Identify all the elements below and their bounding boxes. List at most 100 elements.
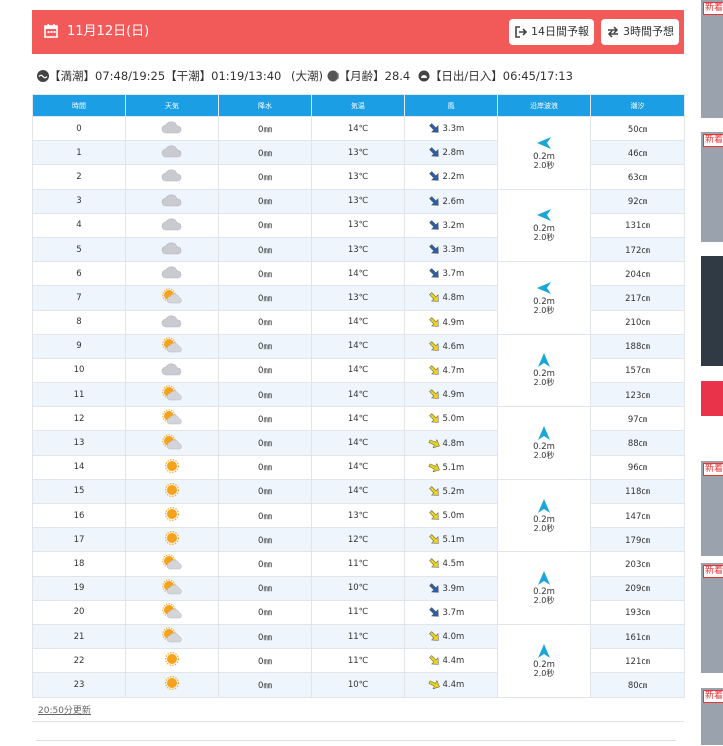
wind-speed: 4.4m xyxy=(442,656,465,667)
sidebar-ad-2[interactable]: 新着 xyxy=(701,132,723,242)
hour-cell: 17 xyxy=(32,527,126,553)
sidebar-ad-5[interactable]: 新着 xyxy=(701,461,723,556)
wave-direction-icon xyxy=(537,136,551,149)
3-hour-forecast-button[interactable]: 3時間予想 xyxy=(601,19,679,45)
temperature-cell: 13℃ xyxy=(311,212,405,238)
last-updated-link[interactable]: 20:50分更新 xyxy=(38,703,91,716)
weather-cell xyxy=(125,672,219,698)
precipitation-cell: 0㎜ xyxy=(218,333,312,359)
header-wind: 風 xyxy=(404,94,498,117)
hour-cell: 6 xyxy=(32,261,126,287)
precipitation-cell: 0㎜ xyxy=(218,648,312,674)
sun-icon xyxy=(164,507,180,522)
high-tide-times: 07:48/19:25 xyxy=(95,69,166,83)
sun-icon xyxy=(164,458,180,473)
precipitation-cell: 0㎜ xyxy=(218,478,312,505)
precipitation-cell: 0㎜ xyxy=(218,551,312,577)
hour-cell: 22 xyxy=(32,648,126,674)
sidebar-ad-4[interactable] xyxy=(701,381,723,416)
weather-cell xyxy=(125,261,219,287)
hour-cell: 4 xyxy=(32,212,126,238)
tide-wave-icon xyxy=(37,70,49,82)
tide-level-cell: 88㎝ xyxy=(590,430,685,456)
tide-level-cell: 161㎝ xyxy=(590,623,685,650)
sidebar-ad-1[interactable]: 新着 xyxy=(701,0,723,118)
temperature-cell: 14℃ xyxy=(311,261,405,287)
temperature-cell: 14℃ xyxy=(311,454,405,480)
swap-arrows-icon xyxy=(607,26,619,38)
precipitation-cell: 0㎜ xyxy=(218,212,312,238)
sidebar-ad-7[interactable]: 新着 xyxy=(701,688,723,745)
wind-cell: 3.9m xyxy=(404,575,498,601)
temperature-cell: 11℃ xyxy=(311,623,405,650)
14-day-forecast-button[interactable]: 14日間予報 xyxy=(509,19,594,45)
table-row: 12 0㎜ 14℃ 5.0m 0.2m 2.0秒 97㎝ xyxy=(32,406,685,480)
sidebar-ad-6[interactable]: 新着 xyxy=(701,563,723,673)
sidebar-ad-3[interactable] xyxy=(701,256,723,366)
hour-cell: 5 xyxy=(32,236,126,263)
wind-speed: 4.9m xyxy=(442,390,465,401)
weather-cell xyxy=(125,309,219,335)
wind-direction-icon xyxy=(428,316,439,327)
sun-icon xyxy=(164,676,180,691)
wind-cell: 3.3m xyxy=(404,115,498,142)
wind-speed: 3.2m xyxy=(442,220,465,231)
precipitation-cell: 0㎜ xyxy=(218,406,312,432)
wind-speed: 4.4m xyxy=(442,680,465,691)
wave-period: 2.0秒 xyxy=(533,160,555,170)
sunrise-sunset-label: 【日出/日入】 xyxy=(429,69,503,83)
hour-cell: 8 xyxy=(32,309,126,335)
table-header-row: 時間 天気 降水 気温 風 沿岸波浪 潮汐 xyxy=(32,94,685,117)
wind-speed: 5.2m xyxy=(442,486,465,497)
temperature-cell: 14℃ xyxy=(311,382,405,408)
tide-level-cell: 203㎝ xyxy=(590,551,685,577)
temperature-cell: 14℃ xyxy=(311,357,405,384)
hour-cell: 16 xyxy=(32,502,126,529)
wind-speed: 5.1m xyxy=(442,462,465,473)
table-row: 18 0㎜ 11℃ 4.5m 0.2m 2.0秒 203㎝ xyxy=(32,551,685,625)
date-header-bar: 11月12日(日) 14日間予報 3時間予想 xyxy=(32,10,684,54)
high-tide-label: 【満潮】 xyxy=(49,69,95,83)
moon-age: 28.4 xyxy=(384,69,411,83)
sign-out-icon xyxy=(515,26,527,38)
temperature-cell: 14℃ xyxy=(311,430,405,456)
wind-direction-icon xyxy=(428,244,439,254)
table-row: 9 0㎜ 14℃ 4.6m 0.2m 2.0秒 188㎝ xyxy=(32,333,685,408)
wind-speed: 3.3m xyxy=(442,124,465,135)
precipitation-cell: 0㎜ xyxy=(218,527,312,553)
temperature-cell: 13℃ xyxy=(311,285,405,311)
wind-direction-icon xyxy=(428,340,439,351)
3-hour-forecast-label: 3時間予想 xyxy=(623,25,674,38)
cloud-icon xyxy=(161,266,182,279)
wave-cell: 0.2m 2.0秒 xyxy=(497,188,591,263)
wind-cell: 5.0m xyxy=(404,502,498,529)
new-badge: 新着 xyxy=(703,463,723,476)
tide-level-cell: 50㎝ xyxy=(590,115,685,142)
wind-speed: 3.7m xyxy=(442,269,465,280)
wave-direction-icon xyxy=(537,281,551,294)
wind-cell: 5.1m xyxy=(404,527,498,553)
wind-speed: 4.0m xyxy=(442,632,465,643)
precipitation-cell: 0㎜ xyxy=(218,309,312,335)
wave-direction-icon xyxy=(538,643,550,658)
wind-speed: 5.0m xyxy=(442,414,465,425)
precipitation-cell: 0㎜ xyxy=(218,140,312,166)
cloud-icon xyxy=(161,145,182,158)
wind-cell: 4.5m xyxy=(404,551,498,577)
wind-cell: 4.8m xyxy=(404,285,498,311)
wind-direction-icon xyxy=(428,147,439,157)
temperature-cell: 13℃ xyxy=(311,236,405,263)
precipitation-cell: 0㎜ xyxy=(218,236,312,263)
wind-direction-icon xyxy=(428,534,439,544)
temperature-cell: 14℃ xyxy=(311,478,405,505)
temperature-cell: 13℃ xyxy=(311,164,405,190)
hour-cell: 1 xyxy=(32,140,126,166)
precipitation-cell: 0㎜ xyxy=(218,188,312,214)
wave-direction-icon xyxy=(537,209,551,222)
cloud-icon xyxy=(161,218,182,231)
precipitation-cell: 0㎜ xyxy=(218,382,312,408)
moon-icon xyxy=(327,70,339,82)
calendar-icon xyxy=(44,24,58,38)
wave-cell: 0.2m 2.0秒 xyxy=(497,623,591,698)
precipitation-cell: 0㎜ xyxy=(218,672,312,698)
